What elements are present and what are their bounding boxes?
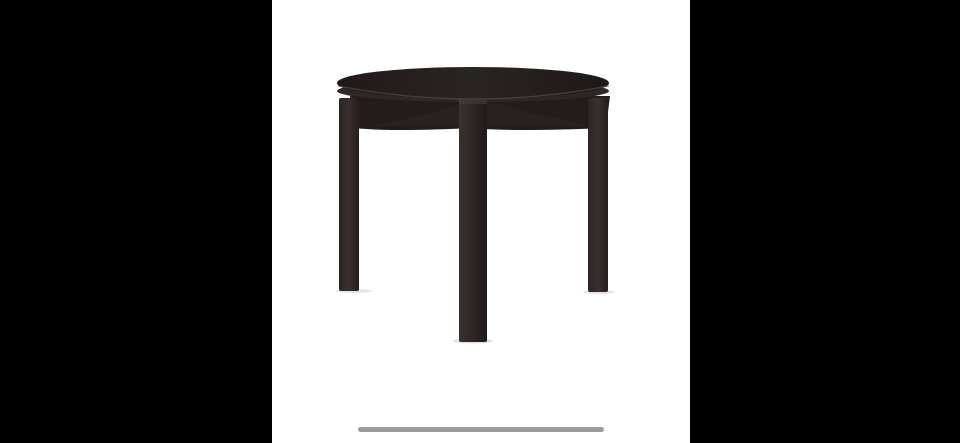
image-viewer [0,0,960,443]
table-leg-right [588,98,608,292]
product-photo[interactable] [272,0,690,443]
home-indicator[interactable] [358,427,604,432]
leg-front-cap [459,100,487,104]
table-leg-front [459,100,487,342]
side-table-image [336,67,615,344]
table-top-surface [337,67,609,99]
table-leg-left [339,98,359,291]
